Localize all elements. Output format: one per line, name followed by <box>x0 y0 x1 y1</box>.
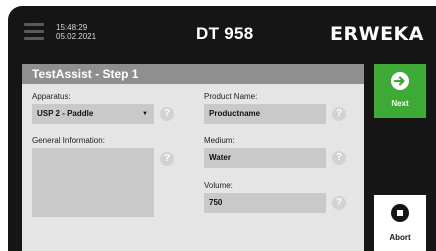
product-name-label: Product Name: <box>204 92 258 101</box>
brand-logo: ERWEKA <box>330 23 424 45</box>
help-icon[interactable]: ? <box>332 107 346 121</box>
medium-label: Medium: <box>204 136 235 145</box>
apparatus-value: USP 2 - Paddle <box>37 109 94 118</box>
device-title: DT 958 <box>196 24 254 43</box>
time-text: 15:48:29 <box>56 23 88 32</box>
help-icon[interactable]: ? <box>160 107 174 121</box>
apparatus-label: Apparatus: <box>32 92 71 101</box>
next-label: Next <box>391 99 409 108</box>
header-bar: 15:48:29 05.02.2021 DT 958 ERWEKA <box>8 6 436 58</box>
volume-field[interactable]: 750 <box>204 193 326 213</box>
dropdown-arrow-icon: ▼ <box>142 111 148 117</box>
apparatus-select[interactable]: USP 2 - Paddle ▼ <box>32 104 154 124</box>
general-information-field[interactable] <box>32 148 154 217</box>
abort-label: Abort <box>389 233 411 242</box>
menu-icon[interactable] <box>24 23 44 41</box>
datetime: 15:48:29 05.02.2021 <box>56 23 96 41</box>
arrow-right-circle-icon <box>391 72 409 90</box>
help-icon[interactable]: ? <box>160 152 174 166</box>
volume-label: Volume: <box>204 181 233 190</box>
product-name-field[interactable]: Productname <box>204 104 326 124</box>
abort-button[interactable]: Abort <box>374 195 426 251</box>
general-information-label: General Information: <box>32 136 105 145</box>
medium-field[interactable]: Water <box>204 148 326 168</box>
help-icon[interactable]: ? <box>332 151 346 165</box>
device-screen: 15:48:29 05.02.2021 DT 958 ERWEKA TestAs… <box>8 6 436 251</box>
next-button[interactable]: Next <box>374 64 426 118</box>
date-text: 05.02.2021 <box>56 32 97 41</box>
help-icon[interactable]: ? <box>332 196 346 210</box>
dialog-title: TestAssist - Step 1 <box>22 64 364 84</box>
testassist-dialog: TestAssist - Step 1 Apparatus: USP 2 - P… <box>22 64 364 251</box>
stop-circle-icon <box>391 204 409 222</box>
